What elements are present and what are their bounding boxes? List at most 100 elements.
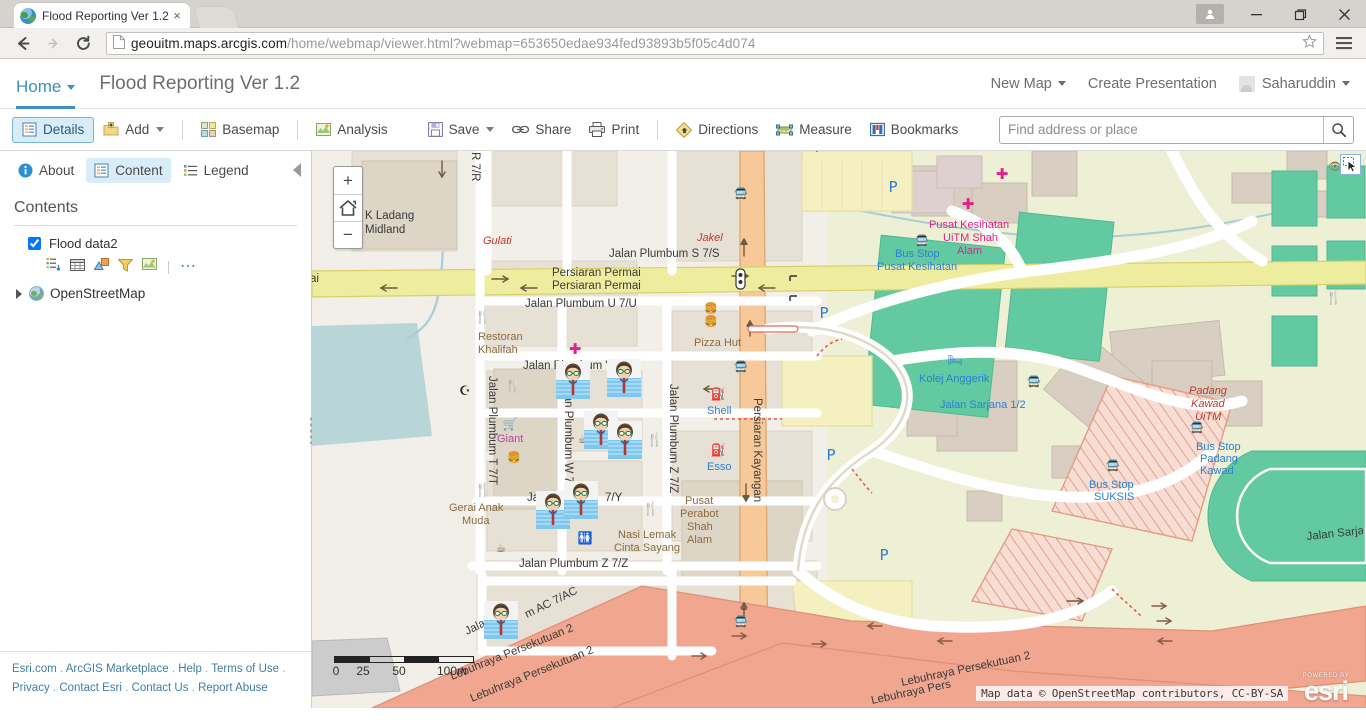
map-text-label: Persiaran Permai: [552, 267, 641, 279]
table-icon[interactable]: [70, 258, 85, 277]
footer-link-esri-com[interactable]: Esri.com: [12, 663, 57, 675]
forward-button[interactable]: [38, 30, 68, 56]
footer-link-help[interactable]: Help: [178, 663, 202, 675]
layer-item-openstreetmap[interactable]: OpenStreetMap: [0, 281, 311, 301]
scale-rule: [334, 656, 474, 663]
home-menu[interactable]: Home: [16, 70, 76, 109]
main-area: About Content Legend Contents Flood data…: [0, 151, 1366, 708]
directions-button[interactable]: Directions: [667, 117, 767, 143]
analysis-icon: [316, 123, 332, 136]
flood-report-marker[interactable]: [564, 481, 598, 519]
add-button[interactable]: Add: [94, 117, 173, 143]
map-text-label: Lebuhraya Persekutuan 2: [900, 650, 1031, 689]
scale-label-100m: 100m: [436, 664, 468, 678]
map-text-label: Persiaran Permai: [552, 280, 641, 292]
url-domain: geouitm.maps.arcgis.com: [131, 35, 288, 51]
back-button[interactable]: [8, 30, 38, 56]
bus-stop-icon: 🚍: [1106, 459, 1120, 472]
chevron-down-icon: [67, 84, 76, 90]
layer-label: OpenStreetMap: [50, 286, 146, 301]
new-tab-button[interactable]: [192, 6, 240, 28]
profile-avatar-icon[interactable]: [1196, 4, 1224, 24]
map-text-label: Jalan Sarja: [1306, 525, 1363, 543]
new-map-label: New Map: [990, 75, 1052, 92]
zoom-in-button[interactable]: +: [334, 167, 362, 194]
dormitory-icon: 🛏: [947, 353, 962, 367]
tab-legend[interactable]: Legend: [175, 158, 257, 183]
footer-link-terms-of-use[interactable]: Terms of Use: [211, 663, 279, 675]
map-text-label: Jalan Plumbum Z 7/Z: [667, 384, 679, 493]
save-label: Save: [448, 122, 480, 137]
page-icon: [113, 34, 125, 52]
bookmarks-button[interactable]: Bookmarks: [861, 117, 968, 143]
share-button[interactable]: Share: [503, 117, 580, 143]
layer-visibility-checkbox[interactable]: [28, 237, 41, 250]
search-button[interactable]: [1323, 116, 1353, 143]
details-button[interactable]: Details: [12, 116, 95, 143]
flood-report-marker[interactable]: [556, 361, 590, 399]
tab-about[interactable]: About: [10, 158, 82, 183]
expand-arrow-icon[interactable]: [16, 288, 22, 299]
address-bar[interactable]: geouitm.maps.arcgis.com/home/webmap/view…: [106, 31, 1324, 55]
footer-link-report-abuse[interactable]: Report Abuse: [198, 682, 268, 694]
reload-button[interactable]: [68, 30, 98, 56]
measure-button[interactable]: Measure: [767, 117, 861, 143]
more-options-icon[interactable]: ⋯: [180, 259, 197, 275]
map-labels: Jalan Plumbum S 7/S Jalan Plumbum U 7/U Ja…: [312, 151, 1363, 707]
tab-about-label: About: [39, 162, 75, 178]
browser-tab[interactable]: Flood Reporting Ver 1.2 ×: [14, 3, 190, 28]
footer-link-arcgis-marketplace[interactable]: ArcGIS Marketplace: [66, 663, 169, 675]
select-tool-button[interactable]: [1340, 154, 1361, 175]
map-text-label: Shell: [707, 405, 731, 417]
search-input[interactable]: [1000, 116, 1323, 143]
analysis-label: Analysis: [337, 122, 388, 137]
close-window-button[interactable]: [1322, 0, 1366, 28]
scale-label-0: 0: [332, 664, 340, 678]
map-text-label: m AC 7/AC: [523, 585, 579, 621]
parking-icon: P: [888, 178, 897, 196]
basemap-button[interactable]: Basemap: [192, 117, 288, 143]
change-style-icon[interactable]: [93, 257, 109, 277]
bookmark-star-icon[interactable]: [1302, 33, 1317, 53]
footer-link-privacy[interactable]: Privacy: [12, 682, 50, 694]
footer-link-contact-esri[interactable]: Contact Esri: [59, 682, 122, 694]
footer-sep: .: [52, 682, 57, 694]
maximize-button[interactable]: [1278, 0, 1322, 28]
map-text-label: Esso: [707, 461, 731, 473]
restaurant-icon: 🍴: [1326, 290, 1342, 306]
configure-popup-icon[interactable]: [142, 257, 157, 277]
print-button[interactable]: Print: [580, 117, 648, 143]
analysis-button[interactable]: Analysis: [307, 117, 396, 143]
details-icon: [22, 122, 37, 137]
minimize-button[interactable]: [1234, 0, 1278, 28]
map-text-label: Jalan Plumbum S 7/S: [609, 248, 720, 260]
layer-item-flood-data2[interactable]: Flood data2: [0, 236, 311, 251]
map-text-label: 7/Y: [605, 492, 623, 504]
bus-stop-icon: 🚍: [734, 187, 748, 200]
save-button[interactable]: Save: [419, 117, 504, 143]
flood-report-marker[interactable]: [484, 601, 518, 639]
map-text-label: UiTM Shah: [943, 232, 998, 244]
collapse-panel-icon[interactable]: [293, 163, 301, 177]
user-menu[interactable]: Saharuddin: [1238, 75, 1350, 92]
toolbar-separator: [657, 119, 659, 140]
map-canvas[interactable]: Jalan Plumbum S 7/S Jalan Plumbum U 7/U Ja…: [312, 151, 1366, 708]
flood-report-marker[interactable]: [608, 421, 642, 459]
footer-link-contact-us[interactable]: Contact Us: [132, 682, 189, 694]
create-presentation-button[interactable]: Create Presentation: [1088, 76, 1217, 92]
scale-label-50: 50: [392, 664, 406, 678]
bus-stop-icon: 🚍: [1190, 421, 1204, 434]
flood-report-marker[interactable]: [607, 359, 641, 397]
new-map-menu[interactable]: New Map: [991, 76, 1066, 92]
filter-icon[interactable]: [117, 258, 134, 277]
browser-menu-icon[interactable]: [1330, 36, 1358, 50]
show-legend-icon[interactable]: [46, 257, 61, 277]
map-text-label: R 7/R: [469, 152, 481, 181]
restaurant-icon: 🍴: [475, 482, 491, 498]
zoom-out-button[interactable]: −: [334, 221, 362, 248]
tab-content[interactable]: Content: [86, 157, 171, 183]
chevron-down-icon: [1057, 81, 1066, 86]
close-tab-icon[interactable]: ×: [170, 8, 184, 23]
fast-food-icon: 🍔: [704, 302, 718, 315]
default-extent-button[interactable]: [334, 194, 362, 221]
